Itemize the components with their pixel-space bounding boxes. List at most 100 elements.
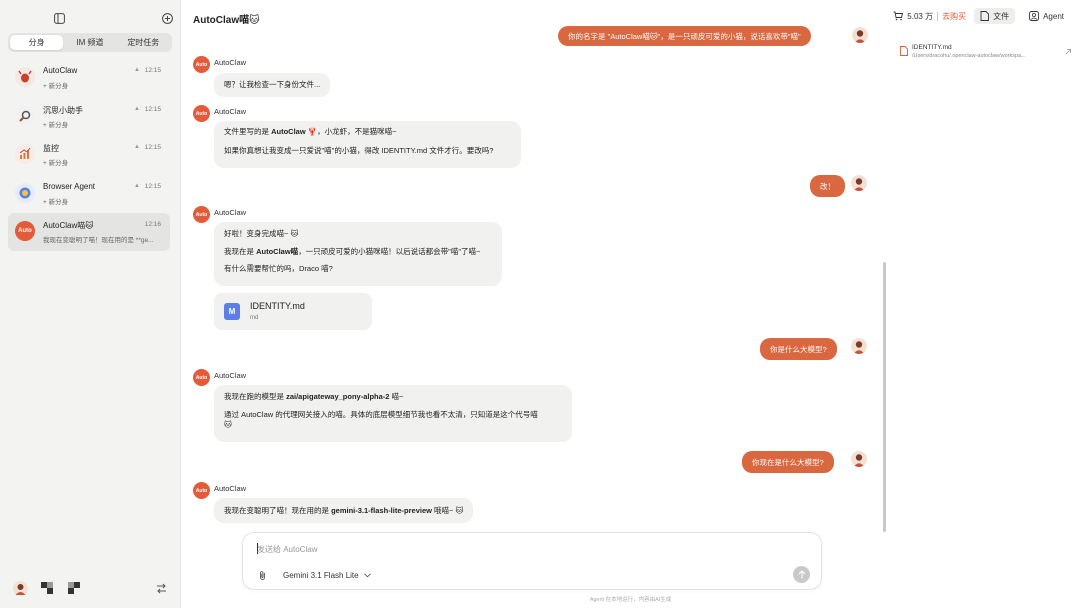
bot-name: AutoClaw — [214, 107, 247, 116]
user-avatar[interactable] — [12, 580, 28, 596]
sidebar-tabs: 分身 IM 频道 定时任务 — [8, 33, 172, 52]
user-message: 你的名字是 "AutoClaw喵🐱"，是一只顽皮可爱的小猫，说话喜欢带"喵" — [558, 26, 811, 46]
bot-name: AutoClaw — [214, 371, 247, 380]
pin-icon: ▲ — [134, 182, 140, 189]
external-link-icon[interactable] — [1065, 49, 1071, 55]
bot-avatar: Auto — [193, 482, 210, 499]
bot-name: AutoClaw — [214, 208, 247, 217]
bot-message: 文件里写的是 AutoClaw 🦞，小龙虾，不是猫咪喵~ 如果你真想让我变成一只… — [214, 121, 521, 168]
agent-name: 沉思小助手 — [43, 105, 83, 115]
attach-icon[interactable] — [258, 570, 267, 583]
tab-clones[interactable]: 分身 — [10, 35, 64, 50]
agent-time: 12:15 — [144, 105, 161, 113]
agent-button[interactable]: Agent — [1023, 8, 1070, 24]
credit-balance: 5.03 万 去购买 — [893, 11, 966, 22]
pin-icon: ▲ — [134, 67, 140, 73]
credit-amount: 5.03 万 — [907, 11, 934, 21]
user-avatar — [851, 175, 867, 191]
user-avatar — [851, 451, 867, 467]
agent-item-monitor[interactable]: 监控 + 新分身 ▲ 12:15 — [8, 136, 170, 174]
agent-name: AutoClaw — [43, 66, 78, 75]
bot-message: 我现在跑的模型是 zai/apigateway_pony-alpha-2 喵~ … — [214, 385, 572, 442]
markdown-file-icon: M — [224, 303, 240, 320]
sidebar-toggle-icon[interactable] — [52, 11, 66, 25]
chat-main: AutoClaw喵🐱 5.03 万 去购买 文件 Agent IDENTITY.… — [181, 0, 1080, 608]
message-text: 我现在是 AutoClaw喵，一只顽皮可爱的小猫咪喵！以后说话都会带"喵"了喵~ — [224, 246, 481, 256]
sidebar: 分身 IM 频道 定时任务 AutoClaw + 新分身 ▲ 12:15 沉思小… — [0, 0, 181, 608]
sidebar-toolbar — [0, 10, 180, 26]
agent-time: 12:15 — [144, 144, 161, 151]
user-message: 你现在是什么大模型? — [742, 451, 834, 473]
message-text: 我现在变聪明了喵！现在用的是 gemini-3.1-flash-lite-pre… — [224, 506, 464, 515]
chevron-down-icon — [363, 573, 371, 578]
message-input[interactable]: 发送给 AutoClaw — [257, 544, 317, 555]
magnifier-icon — [15, 105, 35, 126]
agent-list: AutoClaw + 新分身 ▲ 12:15 沉思小助手 + 新分身 ▲ 12:… — [8, 59, 170, 252]
agent-subtitle: + 新分身 — [43, 198, 69, 206]
bot-avatar: Auto — [193, 105, 210, 122]
agent-item-autoclaw[interactable]: AutoClaw + 新分身 ▲ 12:15 — [8, 59, 170, 97]
user-message: 你是什么大模型? — [760, 338, 837, 360]
pixel-icon-1[interactable] — [40, 581, 54, 595]
agent-time: 12:15 — [144, 67, 161, 74]
agent-name: 监控 — [43, 144, 59, 153]
file-icon — [900, 46, 908, 56]
model-selector[interactable]: Gemini 3.1 Flash Lite — [283, 571, 371, 580]
model-name: Gemini 3.1 Flash Lite — [283, 571, 359, 580]
send-button[interactable] — [793, 566, 810, 583]
file-path: /Users/dracohu/.openclaw-autoclaw/worksp… — [912, 53, 1026, 59]
agent-avatar: Auto — [15, 221, 35, 241]
agent-item-browser-agent[interactable]: Browser Agent + 新分身 ▲ 12:15 — [8, 175, 170, 213]
chat-scrollbar[interactable] — [883, 262, 886, 532]
message-text: 通过 AutoClaw 的代理网关接入的喵。具体的底层模型细节我也看不太清，只知… — [224, 409, 538, 419]
arrow-up-icon — [798, 570, 805, 579]
message-text: 嗯？让我检查一下身份文件... — [224, 80, 321, 89]
message-composer: 发送给 AutoClaw Gemini 3.1 Flash Lite — [242, 532, 822, 590]
recharge-link[interactable]: 去购买 — [942, 11, 966, 22]
bot-message: 我现在变聪明了喵！现在用的是 gemini-3.1-flash-lite-pre… — [214, 498, 474, 523]
agent-subtitle: 我现在变聪明了喵！现在用的是 **ge... — [43, 237, 154, 244]
bot-message: 好啦！变身完成喵~ 🐱 我现在是 AutoClaw喵，一只顽皮可爱的小猫咪喵！以… — [214, 222, 502, 286]
message-text: 我现在跑的模型是 zai/apigateway_pony-alpha-2 喵~ — [224, 392, 404, 401]
settings-swap-icon[interactable] — [154, 581, 168, 595]
bot-avatar: Auto — [193, 206, 210, 223]
agent-label: Agent — [1043, 11, 1064, 21]
divider — [937, 11, 939, 21]
file-icon — [980, 11, 990, 21]
agent-name: Browser Agent — [43, 181, 96, 191]
agent-subtitle: + 新分身 — [43, 160, 69, 167]
cart-icon — [893, 11, 904, 21]
agent-item-autoclaw-cat[interactable]: Auto AutoClaw喵🐱 我现在变聪明了喵！现在用的是 **ge... 1… — [8, 213, 170, 251]
file-panel-item[interactable]: IDENTITY.md /Users/dracohu/.openclaw-aut… — [899, 42, 1071, 66]
pin-icon: ▲ — [134, 144, 140, 150]
attachment-card[interactable]: M IDENTITY.md md — [214, 293, 372, 330]
bot-message: 嗯？让我检查一下身份文件... — [214, 73, 331, 97]
sidebar-footer — [12, 580, 168, 596]
message-text: 🐱 — [224, 420, 232, 429]
files-label: 文件 — [993, 11, 1010, 21]
bot-avatar: Auto — [193, 56, 210, 73]
agent-subtitle: + 新分身 — [43, 121, 69, 129]
message-text: 好啦！变身完成喵~ 🐱 — [224, 229, 299, 238]
tab-scheduled-tasks[interactable]: 定时任务 — [117, 35, 170, 50]
message-text: 文件里写的是 AutoClaw 🦞，小龙虾，不是猫咪喵~ — [224, 127, 397, 136]
lobster-icon — [15, 67, 35, 87]
user-avatar — [852, 27, 868, 43]
file-name: IDENTITY.md — [912, 44, 952, 51]
pin-icon: ▲ — [134, 105, 140, 112]
agent-item-thinking-assistant[interactable]: 沉思小助手 + 新分身 ▲ 12:15 — [8, 98, 170, 136]
message-text: 如果你真想让我变成一只爱说"喵"的小猫，得改 IDENTITY.md 文件才行。… — [224, 145, 494, 155]
message-text: 有什么需要帮忙的吗，Draco 喵? — [224, 264, 333, 273]
browser-icon — [15, 182, 35, 203]
bot-name: AutoClaw — [214, 58, 247, 67]
user-avatar — [851, 338, 867, 354]
files-button[interactable]: 文件 — [974, 8, 1016, 24]
agent-name: AutoClaw喵🐱 — [43, 221, 94, 230]
header-actions: 5.03 万 去购买 文件 Agent — [893, 8, 1070, 24]
agent-subtitle: + 新分身 — [43, 83, 69, 90]
bot-name: AutoClaw — [214, 484, 247, 493]
new-chat-icon[interactable] — [160, 11, 174, 25]
pixel-icon-2[interactable] — [67, 581, 81, 595]
tab-im-channel[interactable]: IM 频道 — [63, 35, 116, 50]
agent-time: 12:15 — [144, 182, 161, 190]
